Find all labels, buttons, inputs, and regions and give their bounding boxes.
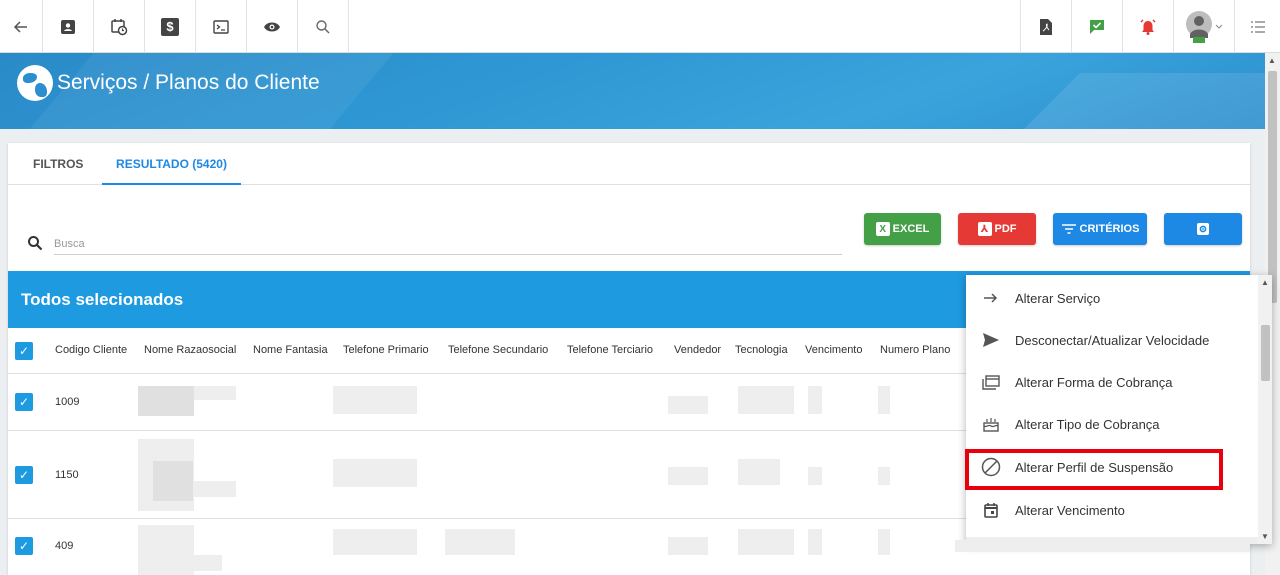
send-icon [966, 332, 1015, 348]
search-icon[interactable] [298, 0, 349, 53]
redacted-cell [333, 459, 417, 487]
calendar-clock-icon[interactable] [94, 0, 145, 53]
dollar-icon[interactable]: $ [145, 0, 196, 53]
chat-check-icon[interactable] [1071, 0, 1122, 53]
menu-item-alterar-tipo-de-cobranca[interactable]: Alterar Tipo de Cobrança [966, 403, 1258, 445]
redacted-cell [668, 537, 708, 555]
redacted-cell [333, 529, 417, 555]
excel-button[interactable]: X EXCEL [864, 213, 941, 245]
globe-icon [17, 65, 53, 101]
actions-menu: Alterar Serviço Desconectar/Atualizar Ve… [966, 275, 1272, 544]
redacted-cell [668, 396, 708, 414]
pdf-icon: ⅄ [977, 222, 992, 236]
redacted-cell [738, 529, 794, 555]
select-all-checkbox[interactable]: ✓ [15, 342, 33, 360]
redacted-cell [138, 386, 194, 416]
cake-icon [966, 416, 1015, 432]
tab-filtros[interactable]: FILTROS [33, 143, 83, 185]
menu-scrollbar[interactable]: ▲ ▼ [1258, 275, 1272, 544]
menu-item-desconectar-atualizar-velocidade[interactable]: Desconectar/Atualizar Velocidade [966, 319, 1258, 361]
col-tecnologia[interactable]: Tecnologia [735, 344, 788, 356]
row-checkbox[interactable]: ✓ [15, 466, 33, 484]
col-vendedor[interactable]: Vendedor [674, 344, 721, 356]
redacted-cell [138, 525, 194, 575]
col-nome-fantasia[interactable]: Nome Fantasia [253, 344, 328, 356]
tab-bar: FILTROS RESULTADO (5420) [8, 143, 1250, 185]
redacted-cell [808, 386, 822, 414]
search-toolbar: X EXCEL ⅄ PDF CRITÉRIOS [8, 185, 1250, 271]
menu-item-alterar-vencimento[interactable]: Alterar Vencimento [966, 489, 1258, 531]
calendar-icon [966, 502, 1015, 518]
gear-icon [1197, 223, 1209, 235]
col-telefone-primario[interactable]: Telefone Primario [343, 344, 429, 356]
cell-codigo: 1009 [55, 396, 80, 408]
redacted-cell [808, 529, 822, 555]
pdf-button[interactable]: ⅄ PDF [958, 213, 1036, 245]
page-title: Serviços / Planos do Cliente [57, 71, 320, 94]
settings-button[interactable] [1164, 213, 1242, 245]
redacted-strip [955, 540, 1250, 552]
col-telefone-secundario[interactable]: Telefone Secundario [448, 344, 548, 356]
user-avatar-icon[interactable] [1173, 0, 1234, 53]
payment-forms-icon [966, 374, 1015, 390]
redacted-cell [878, 467, 890, 485]
redacted-cell [738, 386, 794, 414]
search-icon [28, 236, 43, 251]
redacted-cell [194, 555, 222, 571]
col-telefone-terciario[interactable]: Telefone Terciario [567, 344, 653, 356]
redacted-cell [738, 459, 780, 485]
top-toolbar: $ [0, 0, 1280, 53]
eye-icon[interactable] [247, 0, 298, 53]
col-vencimento[interactable]: Vencimento [805, 344, 862, 356]
col-nome-razaosocial[interactable]: Nome Razaosocial [144, 344, 236, 356]
terminal-icon[interactable] [196, 0, 247, 53]
row-checkbox[interactable]: ✓ [15, 537, 33, 555]
col-numero-plano[interactable]: Numero Plano [880, 344, 950, 356]
redacted-cell [878, 386, 890, 414]
redacted-cell [878, 529, 890, 555]
arrow-right-icon [966, 291, 1015, 305]
redacted-cell [194, 481, 236, 497]
cell-codigo: 409 [55, 540, 74, 552]
excel-icon: X [875, 222, 890, 236]
redacted-cell [333, 386, 417, 414]
redacted-cell [668, 467, 708, 485]
redacted-cell [808, 467, 822, 485]
cell-codigo: 1150 [55, 469, 79, 481]
contact-card-icon[interactable] [43, 0, 94, 53]
redacted-cell [153, 461, 193, 501]
back-arrow-icon[interactable] [0, 0, 43, 53]
pdf-file-icon[interactable] [1020, 0, 1071, 53]
filter-icon [1061, 224, 1076, 234]
tab-resultado[interactable]: RESULTADO (5420) [102, 143, 241, 185]
menu-item-alterar-forma-de-cobranca[interactable]: Alterar Forma de Cobrança [966, 361, 1258, 403]
list-menu-icon[interactable] [1234, 0, 1280, 53]
search-input[interactable] [54, 233, 842, 255]
highlight-box [965, 449, 1223, 490]
redacted-cell [445, 529, 515, 555]
menu-item-alterar-servico[interactable]: Alterar Serviço [966, 277, 1258, 319]
criterios-button[interactable]: CRITÉRIOS [1053, 213, 1147, 245]
col-codigo-cliente[interactable]: Codigo Cliente [55, 344, 127, 356]
row-checkbox[interactable]: ✓ [15, 393, 33, 411]
redacted-cell [194, 386, 236, 400]
page-header-banner: Serviços / Planos do Cliente [0, 53, 1265, 129]
alarm-bell-icon[interactable] [1122, 0, 1173, 53]
